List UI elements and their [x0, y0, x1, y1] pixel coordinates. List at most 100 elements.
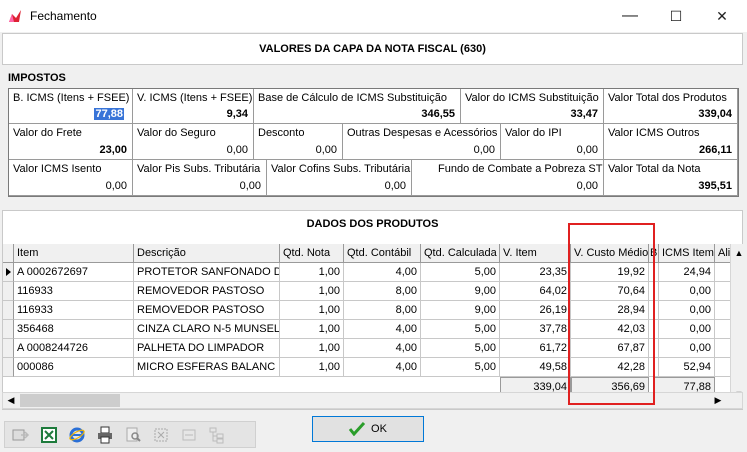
- cell-icms-item[interactable]: 24,94: [659, 263, 715, 282]
- cell-descricao[interactable]: PALHETA DO LIMPADOR: [134, 339, 280, 358]
- cell-qtd-contabil[interactable]: 4,00: [344, 358, 421, 377]
- outras-despesas-field[interactable]: Outras Despesas e Acessórios 0,00: [343, 124, 501, 160]
- seguro-field[interactable]: Valor do Seguro 0,00: [133, 124, 254, 160]
- b-icms-value[interactable]: 77,88: [94, 108, 124, 120]
- cell-b[interactable]: [649, 358, 659, 377]
- cell-item[interactable]: 116933: [14, 301, 134, 320]
- col-header-aliquota[interactable]: Ali: [715, 244, 731, 263]
- cell-v-custo-medio[interactable]: 28,94: [571, 301, 649, 320]
- cell-qtd-contabil[interactable]: 4,00: [344, 339, 421, 358]
- collapse-button[interactable]: [177, 424, 201, 446]
- cell-icms-item[interactable]: 0,00: [659, 301, 715, 320]
- desconto-value[interactable]: 0,00: [316, 144, 337, 156]
- cell-icms-item[interactable]: 0,00: [659, 339, 715, 358]
- close-button[interactable]: ✕: [699, 0, 745, 32]
- col-header-descricao[interactable]: Descrição: [134, 244, 280, 263]
- col-header-b[interactable]: B: [649, 244, 659, 263]
- col-header-v-custo-medio[interactable]: V. Custo Médio: [571, 244, 649, 263]
- cell-v-item[interactable]: 49,58: [500, 358, 571, 377]
- ipi-value[interactable]: 0,00: [577, 144, 598, 156]
- cell-aliquota[interactable]: [715, 301, 731, 320]
- col-header-icms-item[interactable]: ICMS Item: [659, 244, 715, 263]
- cell-descricao[interactable]: REMOVEDOR PASTOSO: [134, 282, 280, 301]
- icms-isento-field[interactable]: Valor ICMS Isento 0,00: [9, 160, 133, 196]
- row-indicator[interactable]: [3, 282, 14, 301]
- ie-button[interactable]: [65, 424, 89, 446]
- cell-qtd-nota[interactable]: 1,00: [280, 263, 344, 282]
- cell-descricao[interactable]: CINZA CLARO N-5 MUNSELL L: [134, 320, 280, 339]
- col-header-qtd-calculada[interactable]: Qtd. Calculada: [421, 244, 500, 263]
- b-icms-field[interactable]: B. ICMS (Itens + FSEE) 77,88: [9, 89, 133, 124]
- base-icms-st-field[interactable]: Base de Cálculo de ICMS Substituição 346…: [254, 89, 461, 124]
- pis-st-value[interactable]: 0,00: [240, 180, 261, 192]
- cell-icms-item[interactable]: 0,00: [659, 320, 715, 339]
- fcp-st-value[interactable]: 0,00: [577, 180, 598, 192]
- fcp-st-field[interactable]: Fundo de Combate a Pobreza ST 0,00: [412, 160, 604, 196]
- cell-descricao[interactable]: PROTETOR SANFONADO DE E: [134, 263, 280, 282]
- cell-descricao[interactable]: MICRO ESFERAS BALANC PNE: [134, 358, 280, 377]
- cell-aliquota[interactable]: [715, 320, 731, 339]
- cell-icms-item[interactable]: 52,94: [659, 358, 715, 377]
- desconto-field[interactable]: Desconto 0,00: [254, 124, 343, 160]
- horizontal-scroll-thumb[interactable]: [20, 394, 120, 407]
- cell-v-custo-medio[interactable]: 70,64: [571, 282, 649, 301]
- icms-outros-value[interactable]: 266,11: [699, 144, 732, 156]
- cell-qtd-calculada[interactable]: 9,00: [421, 282, 500, 301]
- horizontal-scrollbar[interactable]: ◀ ▶: [2, 392, 743, 409]
- col-header-item[interactable]: Item: [14, 244, 134, 263]
- export-button[interactable]: [9, 424, 33, 446]
- frete-field[interactable]: Valor do Frete 23,00: [9, 124, 133, 160]
- cell-qtd-contabil[interactable]: 4,00: [344, 320, 421, 339]
- cell-v-custo-medio[interactable]: 67,87: [571, 339, 649, 358]
- icms-isento-value[interactable]: 0,00: [106, 180, 127, 192]
- cell-item[interactable]: 000086: [14, 358, 134, 377]
- cell-aliquota[interactable]: [715, 282, 731, 301]
- base-icms-st-value[interactable]: 346,55: [421, 108, 455, 120]
- cell-qtd-nota[interactable]: 1,00: [280, 358, 344, 377]
- table-row[interactable]: A 0002672697PROTETOR SANFONADO DE E1,004…: [3, 263, 731, 282]
- valor-icms-st-value[interactable]: 33,47: [570, 108, 598, 120]
- v-icms-value[interactable]: 9,34: [227, 108, 248, 120]
- print-preview-button[interactable]: [121, 424, 145, 446]
- v-icms-field[interactable]: V. ICMS (Itens + FSEE) 9,34: [133, 89, 254, 124]
- row-indicator[interactable]: [3, 320, 14, 339]
- cell-qtd-calculada[interactable]: 5,00: [421, 358, 500, 377]
- frete-value[interactable]: 23,00: [99, 144, 127, 156]
- maximize-button[interactable]: ☐: [653, 0, 699, 32]
- row-indicator[interactable]: [3, 339, 14, 358]
- cell-aliquota[interactable]: [715, 358, 731, 377]
- cofins-st-field[interactable]: Valor Cofins Subs. Tributária 0,00: [267, 160, 412, 196]
- total-produtos-field[interactable]: Valor Total dos Produtos 339,04: [604, 89, 738, 124]
- cell-v-item[interactable]: 61,72: [500, 339, 571, 358]
- cell-qtd-contabil[interactable]: 4,00: [344, 263, 421, 282]
- cell-qtd-contabil[interactable]: 8,00: [344, 282, 421, 301]
- table-row[interactable]: A 0008244726 PALHETA DO LIMPADOR 1,00 4,00 5…: [3, 339, 731, 358]
- table-row[interactable]: 116933 REMOVEDOR PASTOSO 1,00 8,00 9,00 26,19…: [3, 301, 731, 320]
- cell-b[interactable]: [649, 301, 659, 320]
- cell-aliquota[interactable]: [715, 339, 731, 358]
- print-button[interactable]: [93, 424, 117, 446]
- vertical-scrollbar[interactable]: ▲ ▼: [730, 244, 747, 402]
- col-header-v-item[interactable]: V. Item: [500, 244, 571, 263]
- cell-aliquota[interactable]: [715, 263, 731, 282]
- row-indicator[interactable]: [3, 263, 14, 282]
- cell-v-item[interactable]: 23,35: [500, 263, 571, 282]
- col-header-qtd-nota[interactable]: Qtd. Nota: [280, 244, 344, 263]
- cell-v-custo-medio[interactable]: 42,28: [571, 358, 649, 377]
- cofins-st-value[interactable]: 0,00: [385, 180, 406, 192]
- col-header-qtd-contabil[interactable]: Qtd. Contábil: [344, 244, 421, 263]
- minimize-button[interactable]: —: [607, 0, 653, 32]
- seguro-value[interactable]: 0,00: [227, 144, 248, 156]
- cell-qtd-nota[interactable]: 1,00: [280, 282, 344, 301]
- ipi-field[interactable]: Valor do IPI 0,00: [501, 124, 604, 160]
- cell-qtd-contabil[interactable]: 8,00: [344, 301, 421, 320]
- pis-st-field[interactable]: Valor Pis Subs. Tributária 0,00: [133, 160, 267, 196]
- cell-item[interactable]: 116933: [14, 282, 134, 301]
- total-nota-value[interactable]: 395,51: [698, 180, 732, 192]
- cell-v-item[interactable]: 37,78: [500, 320, 571, 339]
- cell-item[interactable]: A 0008244726: [14, 339, 134, 358]
- cell-v-item[interactable]: 26,19: [500, 301, 571, 320]
- scroll-right-icon[interactable]: ▶: [710, 393, 726, 408]
- cell-b[interactable]: [649, 263, 659, 282]
- cell-qtd-nota[interactable]: 1,00: [280, 320, 344, 339]
